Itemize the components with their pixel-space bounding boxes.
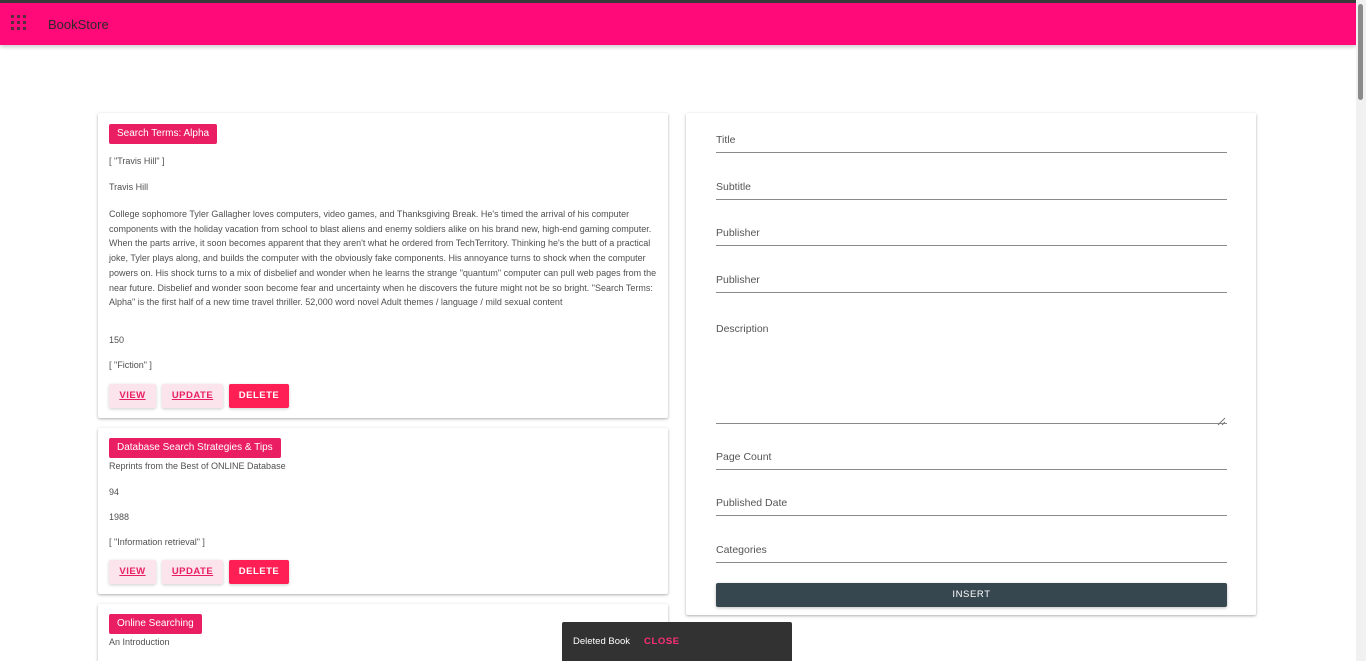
update-button[interactable]: UPDATE bbox=[162, 560, 223, 584]
app-page: BookStore Search Terms: Alpha [ "Travis … bbox=[0, 0, 1366, 661]
book-title-chip: Database Search Strategies & Tips bbox=[109, 438, 281, 458]
published-date-field-label: Published Date bbox=[716, 497, 788, 509]
book-page-count: 150 bbox=[109, 335, 125, 345]
title-field-label: Title bbox=[716, 134, 736, 146]
book-published-date: 1988 bbox=[109, 512, 130, 522]
publisher-field-2[interactable]: Publisher bbox=[716, 271, 1227, 293]
book-title-chip: Online Searching bbox=[109, 614, 202, 634]
subtitle-field-label: Subtitle bbox=[716, 181, 752, 193]
app-title: BookStore bbox=[48, 17, 109, 32]
page-count-field-label: Page Count bbox=[716, 451, 772, 463]
book-subtitle: An Introduction bbox=[109, 637, 170, 647]
delete-button[interactable]: DELETE bbox=[229, 560, 289, 584]
title-field[interactable]: Title bbox=[716, 131, 1227, 153]
publisher-field-2-label: Publisher bbox=[716, 274, 760, 286]
book-authors: [ "Travis Hill" ] bbox=[109, 156, 165, 166]
book-card: Database Search Strategies & Tips Reprin… bbox=[98, 428, 668, 594]
book-card: Search Terms: Alpha [ "Travis Hill" ] Tr… bbox=[98, 113, 668, 418]
page-count-field[interactable]: Page Count bbox=[716, 448, 1227, 470]
book-author-name: Travis Hill bbox=[109, 182, 149, 192]
snackbar-close-button[interactable]: CLOSE bbox=[644, 636, 680, 647]
publisher-field-label: Publisher bbox=[716, 227, 760, 239]
insert-book-form: Title Subtitle Publisher Publisher Descr… bbox=[686, 113, 1256, 615]
book-page-count: 94 bbox=[109, 487, 120, 497]
snackbar-message: Deleted Book bbox=[573, 636, 631, 647]
description-field-label: Description bbox=[716, 323, 769, 335]
view-button[interactable]: VIEW bbox=[109, 560, 156, 584]
subtitle-field[interactable]: Subtitle bbox=[716, 178, 1227, 200]
page-scrollbar[interactable] bbox=[1356, 0, 1366, 661]
insert-button[interactable]: INSERT bbox=[716, 583, 1227, 607]
scrollbar-thumb[interactable] bbox=[1358, 4, 1363, 100]
description-textarea[interactable]: Description bbox=[716, 317, 1227, 426]
categories-field-label: Categories bbox=[716, 544, 767, 556]
apps-grid-icon[interactable] bbox=[11, 15, 29, 33]
categories-field[interactable]: Categories bbox=[716, 541, 1227, 563]
book-description: College sophomore Tyler Gallagher loves … bbox=[109, 209, 657, 308]
top-toolbar: BookStore bbox=[0, 3, 1356, 45]
snackbar: Deleted Book CLOSE bbox=[562, 622, 792, 661]
resize-handle-icon[interactable] bbox=[1217, 413, 1226, 426]
update-button[interactable]: UPDATE bbox=[162, 384, 223, 408]
book-categories: [ "Information retrieval" ] bbox=[109, 537, 205, 547]
view-button[interactable]: VIEW bbox=[109, 384, 156, 408]
book-title-chip: Search Terms: Alpha bbox=[109, 124, 218, 144]
book-subtitle: Reprints from the Best of ONLINE Databas… bbox=[109, 461, 286, 471]
book-categories: [ "Fiction" ] bbox=[109, 360, 152, 370]
published-date-field[interactable]: Published Date bbox=[716, 494, 1227, 516]
publisher-field[interactable]: Publisher bbox=[716, 224, 1227, 246]
delete-button[interactable]: DELETE bbox=[229, 384, 289, 408]
